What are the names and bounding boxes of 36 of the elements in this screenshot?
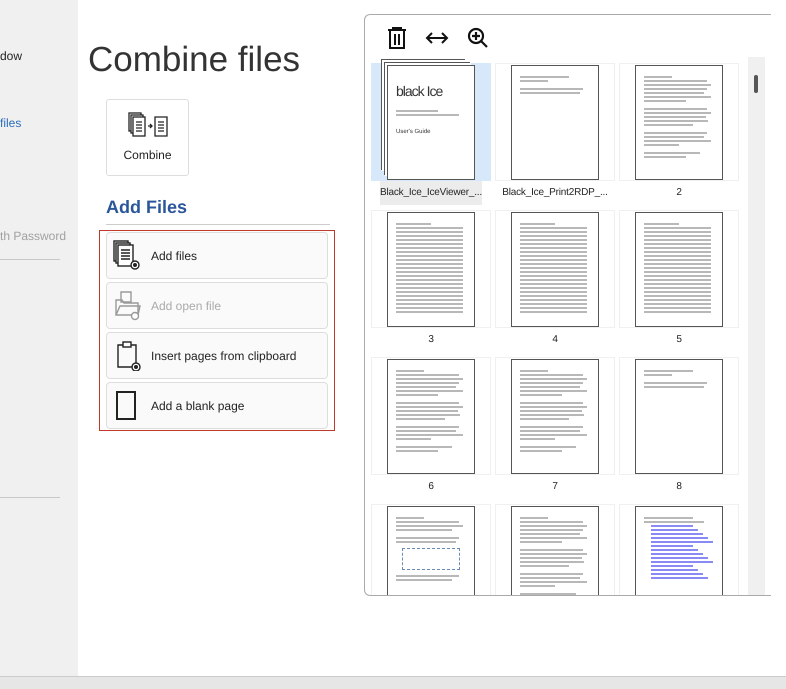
width-arrows-icon[interactable] (425, 31, 449, 45)
combine-button[interactable]: Combine (106, 99, 189, 176)
vertical-scrollbar[interactable] (748, 57, 765, 595)
sidebar-item[interactable]: files (0, 114, 22, 132)
page-label: 6 (428, 480, 434, 494)
page-label: 7 (552, 480, 558, 494)
sidebar-item[interactable]: dow (0, 47, 22, 65)
page-title: Combine files (88, 42, 302, 77)
delete-icon[interactable] (387, 27, 407, 49)
page-label: 5 (676, 333, 682, 347)
page-label: Black_Ice_IceViewer_... (380, 181, 482, 205)
section-heading: Add Files (106, 194, 330, 225)
page-label: 8 (676, 480, 682, 494)
stacked-pages-plus-icon (113, 240, 141, 271)
combine-icon (128, 112, 168, 138)
page-thumbnail[interactable] (619, 210, 739, 328)
page-thumbnail[interactable] (619, 504, 739, 595)
page-thumbnail[interactable] (619, 63, 739, 181)
page-thumbnail[interactable] (619, 357, 739, 475)
add-action-button[interactable]: Add a blank page (106, 382, 328, 429)
page-thumbnail[interactable] (495, 357, 615, 475)
page-label: 3 (428, 333, 434, 347)
page-thumbnail[interactable] (371, 210, 491, 328)
add-action-button[interactable]: Insert pages from clipboard (106, 332, 328, 379)
page-thumbnail[interactable] (371, 357, 491, 475)
page-thumbnail[interactable] (495, 504, 615, 595)
page-thumbnail[interactable] (495, 63, 615, 181)
page-thumbnail[interactable] (495, 210, 615, 328)
folder-page-plus-icon (113, 290, 141, 321)
page-label: Black_Ice_Print2RDP_... (502, 186, 608, 200)
add-action-button[interactable]: Add files (106, 232, 328, 279)
page-label: 4 (552, 333, 558, 347)
logo-text: black Ice (396, 84, 444, 98)
zoom-in-icon[interactable] (467, 27, 489, 49)
page-thumbnail[interactable] (371, 504, 491, 595)
page-label: 2 (676, 186, 682, 200)
